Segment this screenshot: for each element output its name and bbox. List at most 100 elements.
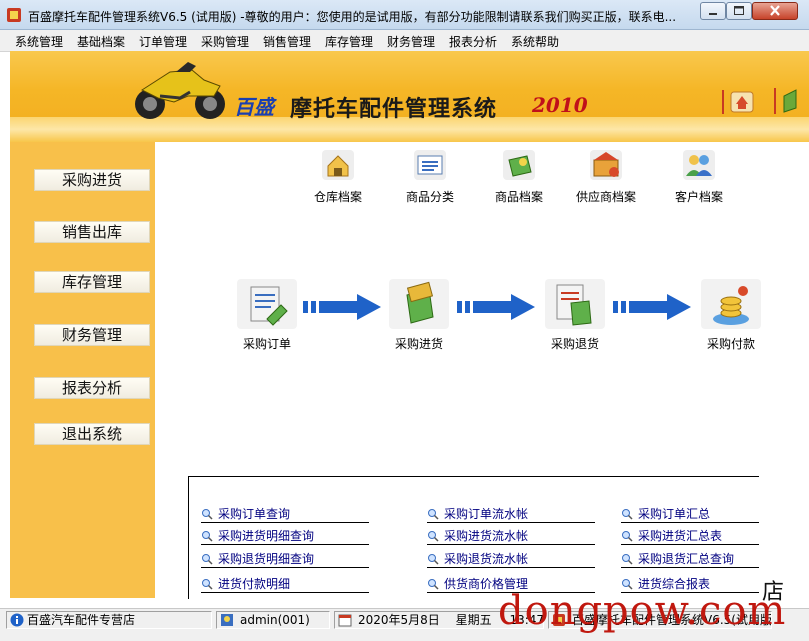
status-date-text: 2020年5月8日 (358, 613, 440, 627)
calendar-icon (338, 614, 352, 627)
menu-reports[interactable]: 报表分析 (449, 33, 497, 50)
link-purchase-order-query[interactable]: 采购订单查询 (201, 505, 369, 523)
link-label: 采购订单流水帐 (444, 507, 529, 521)
menu-sales[interactable]: 销售管理 (263, 33, 311, 50)
flow-arrow-1 (303, 294, 381, 320)
magnifier-icon (202, 509, 213, 520)
link-label: 进货付款明细 (218, 577, 291, 591)
watermark: dongpow.com (498, 588, 786, 634)
sidebar-item-inventory[interactable]: 库存管理 (34, 271, 150, 293)
sidebar-item-exit[interactable]: 退出系统 (34, 423, 150, 445)
brand-logo: 百盛 (234, 95, 274, 119)
menu-bar: 系统管理 基础档案 订单管理 采购管理 销售管理 库存管理 财务管理 报表分析 … (0, 30, 809, 52)
sidebar-item-finance[interactable]: 财务管理 (34, 324, 150, 346)
link-underline (621, 544, 759, 545)
magnifier-icon (622, 554, 633, 565)
menu-orders[interactable]: 订单管理 (139, 33, 187, 50)
link-purchase-return-journal[interactable]: 采购退货流水帐 (427, 550, 595, 568)
magnifier-icon (428, 531, 439, 542)
magnifier-icon (428, 579, 439, 590)
link-purchase-in-journal[interactable]: 采购进货流水帐 (427, 527, 595, 545)
purchase-in-label: 采购进货 (394, 337, 443, 351)
close-button[interactable] (752, 2, 798, 20)
link-label: 采购订单汇总 (638, 507, 711, 521)
purchase-order-label: 采购订单 (242, 337, 291, 351)
minimize-icon (709, 13, 717, 15)
purchase-return-icon (556, 284, 592, 326)
product-category-button[interactable]: 商品分类 (390, 148, 470, 205)
link-purchase-return-detail[interactable]: 采购退货明细查询 (201, 550, 369, 568)
maximize-button[interactable] (726, 2, 752, 20)
link-purchase-in-summary[interactable]: 采购进货汇总表 (621, 527, 759, 545)
purchase-in-button[interactable]: 采购进货 (374, 279, 464, 352)
category-icon (414, 150, 446, 180)
banner-title: 摩托车配件管理系统 (290, 96, 498, 122)
app-icon (7, 8, 21, 22)
watermark-text: dongpow.com (498, 588, 787, 634)
link-label: 采购退货明细查询 (218, 552, 315, 566)
link-label: 采购进货明细查询 (218, 529, 315, 543)
status-weekday-text: 星期五 (455, 613, 492, 627)
flow-arrow-3 (613, 294, 691, 320)
link-purchase-in-detail[interactable]: 采购进货明细查询 (201, 527, 369, 545)
link-label: 采购退货流水帐 (444, 552, 529, 566)
link-purchase-return-summary[interactable]: 采购退货汇总查询 (621, 550, 759, 568)
user-icon (221, 614, 233, 626)
magnifier-icon (622, 509, 633, 520)
link-purchase-order-summary[interactable]: 采购订单汇总 (621, 505, 759, 523)
menu-base-files[interactable]: 基础档案 (77, 33, 125, 50)
link-underline (427, 522, 595, 523)
product-files-button[interactable]: 商品档案 (479, 148, 559, 205)
window-title: 百盛摩托车配件管理系统V6.5 (试用版) -尊敬的用户：您使用的是试用版，有部… (28, 10, 677, 24)
supplier-files-label: 供应商档案 (575, 190, 636, 204)
customer-icon (683, 150, 715, 180)
link-underline (201, 544, 369, 545)
link-purchase-order-journal[interactable]: 采购订单流水帐 (427, 505, 595, 523)
customer-files-label: 客户档案 (674, 190, 723, 204)
flow-arrow-2 (457, 294, 535, 320)
motorcycle-image (135, 62, 225, 119)
product-category-label: 商品分类 (405, 190, 454, 204)
supplier-icon (590, 150, 622, 180)
link-label: 采购进货汇总表 (638, 529, 723, 543)
title-bar[interactable]: 百盛摩托车配件管理系统V6.5 (试用版) -尊敬的用户：您使用的是试用版，有部… (0, 0, 809, 30)
status-shop-text: 百盛汽车配件专营店 (27, 613, 136, 627)
purchase-payment-button[interactable]: 采购付款 (686, 279, 776, 352)
magnifier-icon (428, 509, 439, 520)
supplier-files-button[interactable]: 供应商档案 (566, 148, 646, 205)
sidebar: 采购进货 销售出库 库存管理 财务管理 报表分析 退出系统 (10, 142, 155, 598)
purchase-order-icon (250, 286, 288, 326)
menu-system[interactable]: 系统管理 (15, 33, 63, 50)
magnifier-icon (202, 554, 213, 565)
sidebar-item-sales-out[interactable]: 销售出库 (34, 221, 150, 243)
purchase-return-label: 采购退货 (550, 337, 599, 351)
banner-year: 2010 (532, 93, 588, 117)
sidebar-item-purchase-in[interactable]: 采购进货 (34, 169, 150, 191)
purchase-payment-icon (713, 286, 749, 325)
link-label: 采购订单查询 (218, 507, 291, 521)
status-shop: 百盛汽车配件专营店 (6, 611, 212, 629)
menu-help[interactable]: 系统帮助 (511, 33, 559, 50)
link-underline (621, 522, 759, 523)
maximize-icon (734, 6, 744, 15)
menu-purchase[interactable]: 采购管理 (201, 33, 249, 50)
link-underline (621, 567, 759, 568)
menu-finance[interactable]: 财务管理 (387, 33, 435, 50)
menu-inventory[interactable]: 库存管理 (325, 33, 373, 50)
warehouse-files-button[interactable]: 仓库档案 (298, 148, 378, 205)
home-icon[interactable] (722, 88, 758, 116)
exit-icon[interactable] (774, 86, 804, 116)
link-underline (427, 544, 595, 545)
report-links-panel: 采购订单查询 采购进货明细查询 采购退货明细查询 进货付款明细 采购订单流水帐 … (188, 476, 759, 599)
purchase-order-button[interactable]: 采购订单 (222, 279, 312, 352)
link-underline (201, 522, 369, 523)
status-user-text: admin(001) (240, 613, 310, 627)
link-purchase-payment-detail[interactable]: 进货付款明细 (201, 575, 369, 593)
purchase-payment-label: 采购付款 (706, 337, 755, 351)
minimize-button[interactable] (700, 2, 726, 20)
purchase-return-button[interactable]: 采购退货 (530, 279, 620, 352)
customer-files-button[interactable]: 客户档案 (659, 148, 739, 205)
status-user: admin(001) (216, 611, 330, 629)
sidebar-item-reports[interactable]: 报表分析 (34, 377, 150, 399)
watermark-suffix: 店 (762, 580, 785, 605)
